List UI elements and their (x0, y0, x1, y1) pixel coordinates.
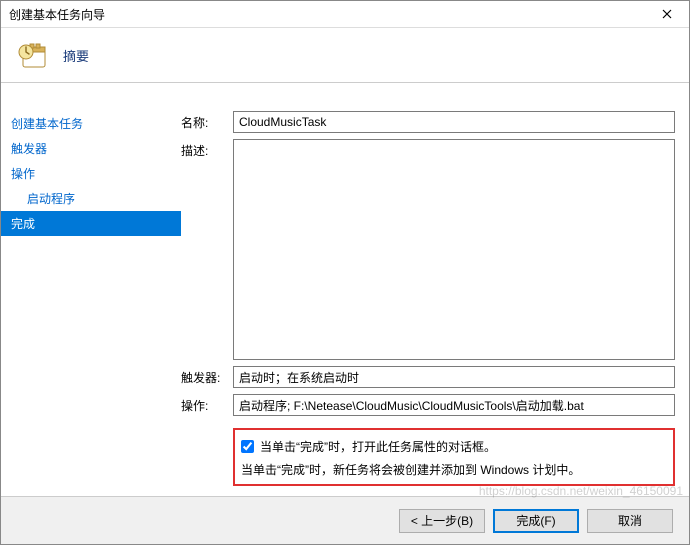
name-label: 名称: (181, 111, 233, 131)
description-input[interactable] (233, 139, 675, 360)
nav-finish[interactable]: 完成 (1, 211, 181, 236)
window-title: 创建基本任务向导 (1, 6, 644, 23)
open-properties-checkbox[interactable] (241, 440, 254, 453)
back-button[interactable]: < 上一步(B) (399, 509, 485, 533)
titlebar: 创建基本任务向导 (1, 1, 689, 28)
page-title: 摘要 (63, 46, 89, 65)
finish-info-text: 当单击“完成”时，新任务将会被创建并添加到 Windows 计划中。 (241, 461, 669, 478)
close-icon (662, 9, 672, 19)
name-row: 名称: (181, 111, 675, 133)
description-row: 描述: (181, 139, 675, 360)
cancel-button[interactable]: 取消 (587, 509, 673, 533)
summary-icon (17, 39, 49, 71)
trigger-label: 触发器: (181, 366, 233, 386)
wizard-content: 名称: 描述: 触发器: 操作: 当单击“完成”时，打开此任务属性的对话框。 (181, 83, 689, 496)
nav-trigger[interactable]: 触发器 (1, 136, 181, 161)
trigger-row: 触发器: (181, 366, 675, 388)
name-input[interactable] (233, 111, 675, 133)
open-properties-row: 当单击“完成”时，打开此任务属性的对话框。 (241, 438, 669, 455)
wizard-body: 创建基本任务 触发器 操作 启动程序 完成 名称: 描述: 触发器: 操作: (1, 83, 689, 496)
action-label: 操作: (181, 394, 233, 414)
nav-action[interactable]: 操作 (1, 161, 181, 186)
finish-button[interactable]: 完成(F) (493, 509, 579, 533)
trigger-value (233, 366, 675, 388)
wizard-header: 摘要 (1, 28, 689, 83)
nav-create-basic-task[interactable]: 创建基本任务 (1, 111, 181, 136)
nav-start-program[interactable]: 启动程序 (1, 186, 181, 211)
wizard-nav: 创建基本任务 触发器 操作 启动程序 完成 (1, 83, 181, 496)
open-properties-label: 当单击“完成”时，打开此任务属性的对话框。 (260, 438, 496, 455)
highlight-box: 当单击“完成”时，打开此任务属性的对话框。 当单击“完成”时，新任务将会被创建并… (233, 428, 675, 486)
description-label: 描述: (181, 139, 233, 159)
wizard-footer: < 上一步(B) 完成(F) 取消 (1, 496, 689, 544)
wizard-window: 创建基本任务向导 摘要 创建基本任务 触发器 操作 启动程序 完成 名称: (0, 0, 690, 545)
close-button[interactable] (644, 1, 689, 28)
action-row: 操作: (181, 394, 675, 416)
action-value (233, 394, 675, 416)
